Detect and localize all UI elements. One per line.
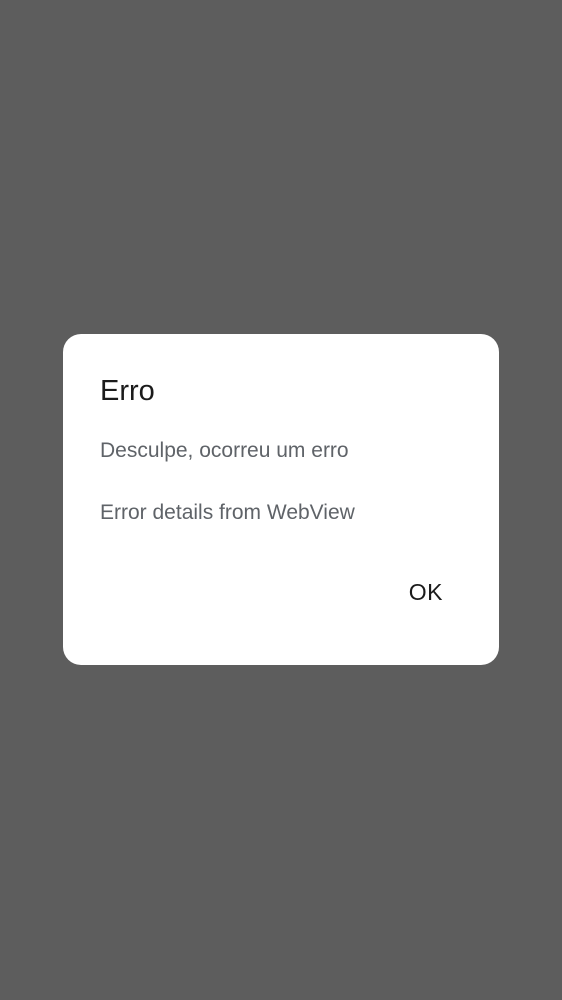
error-dialog: Erro Desculpe, ocorreu um erro Error det… bbox=[63, 334, 499, 665]
dialog-message: Desculpe, ocorreu um erro bbox=[100, 439, 349, 462]
dialog-title: Erro bbox=[100, 375, 155, 407]
ok-button[interactable]: OK bbox=[387, 570, 451, 614]
dialog-error-details: Error details from WebView bbox=[100, 501, 355, 524]
